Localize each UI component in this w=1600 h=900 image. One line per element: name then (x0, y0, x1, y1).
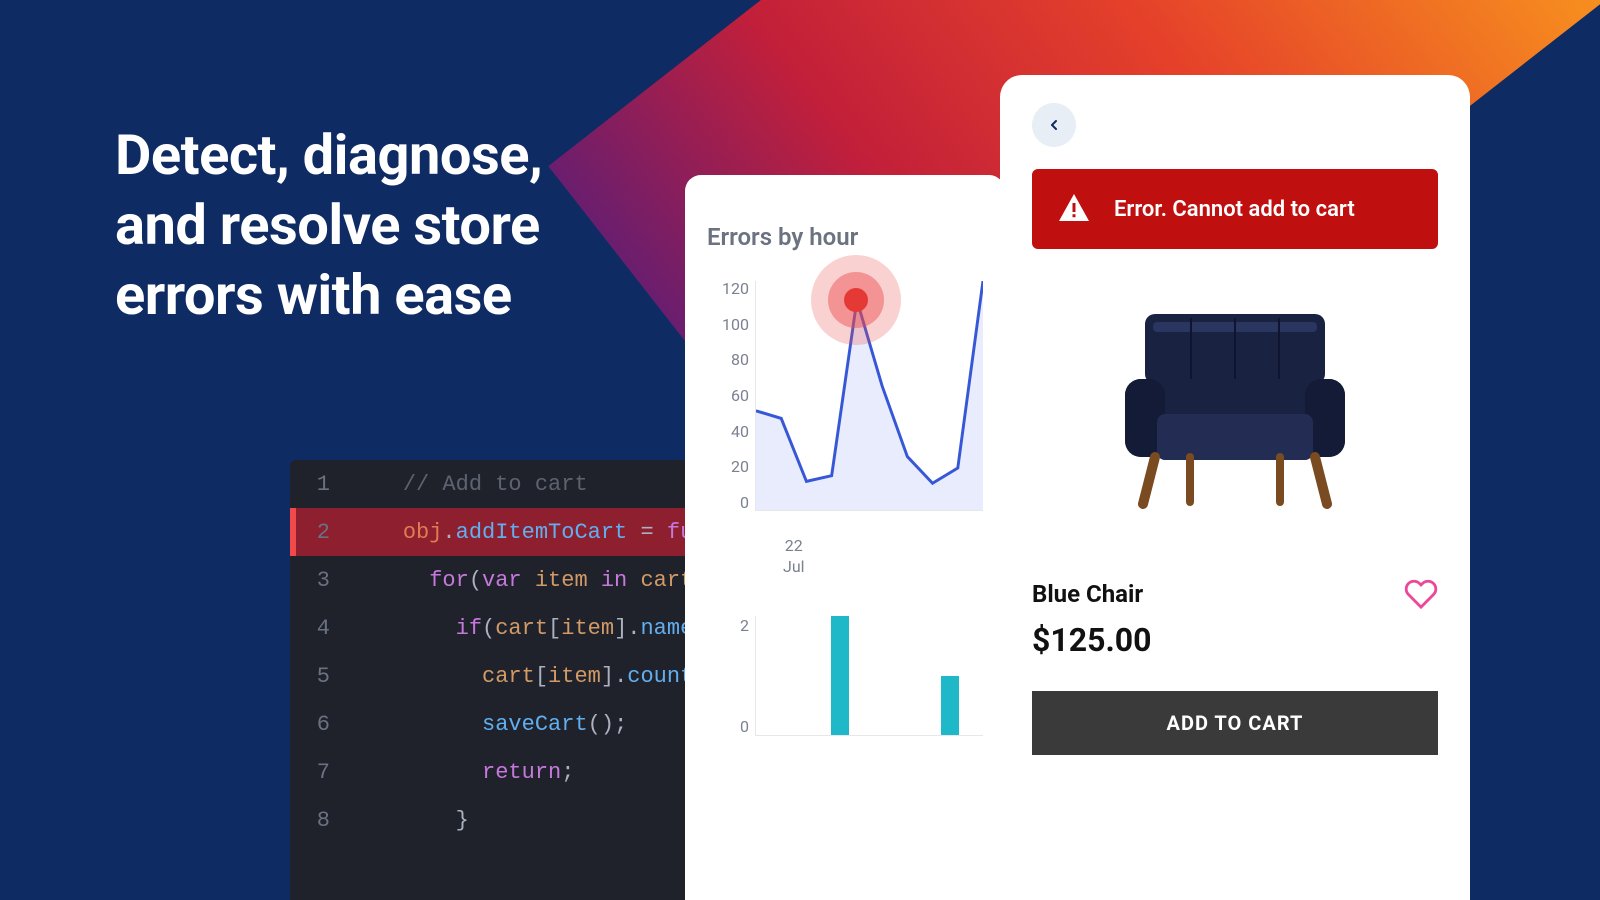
chart-title: Errors by hour (707, 223, 983, 251)
code-content: obj.addItemToCart = fun (350, 520, 706, 545)
favorite-button[interactable] (1404, 577, 1438, 611)
code-content: // Add to cart (350, 472, 588, 497)
y-tick: 100 (707, 317, 749, 333)
error-text: Error. Cannot add to cart (1114, 197, 1355, 222)
errors-chart-card: Errors by hour 120100806040200 22 Jul 20 (685, 175, 1005, 900)
line-chart-y-axis: 120 100 80 60 40 20 0 (707, 281, 749, 511)
code-content: for(var item in cart) (350, 568, 706, 593)
product-card: Error. Cannot add to cart Blue Chair (1000, 75, 1470, 900)
bar (831, 616, 849, 735)
y-tick: 20 (707, 459, 749, 475)
y-tick: 2 (707, 616, 749, 635)
line-number: 3 (290, 568, 350, 593)
y-tick: 40 (707, 424, 749, 440)
bar (941, 676, 959, 736)
line-number: 6 (290, 712, 350, 737)
code-content: cart[item].count (350, 664, 693, 689)
code-content: return; (350, 760, 574, 785)
y-tick: 0 (707, 717, 749, 736)
line-chart: 120100806040200 22 Jul (707, 281, 983, 531)
code-content: } (350, 808, 469, 833)
line-number: 7 (290, 760, 350, 785)
chevron-left-icon (1046, 117, 1062, 133)
y-tick: 0 (707, 495, 749, 511)
line-number: 4 (290, 616, 350, 641)
headline: Detect, diagnose, and resolve store erro… (115, 120, 542, 330)
add-to-cart-button[interactable]: ADD TO CART (1032, 691, 1438, 755)
y-tick: 120 (707, 281, 749, 297)
line-number: 2 (290, 520, 350, 545)
chair-icon (1095, 294, 1375, 524)
warning-icon (1056, 191, 1092, 227)
bar-chart: 20 (707, 616, 983, 756)
line-number: 5 (290, 664, 350, 689)
line-number: 1 (290, 472, 350, 497)
code-content: if(cart[item].name (350, 616, 693, 641)
y-tick: 80 (707, 352, 749, 368)
line-number: 8 (290, 808, 350, 833)
product-image (1032, 279, 1438, 539)
error-banner: Error. Cannot add to cart (1032, 169, 1438, 249)
product-name: Blue Chair (1032, 580, 1143, 608)
bar-chart-y-axis: 20 (707, 616, 749, 736)
back-button[interactable] (1032, 103, 1076, 147)
line-chart-x-tick: 22 Jul (783, 536, 805, 578)
code-content: saveCart(); (350, 712, 627, 737)
y-tick: 60 (707, 388, 749, 404)
product-price: $125.00 (1032, 621, 1438, 659)
